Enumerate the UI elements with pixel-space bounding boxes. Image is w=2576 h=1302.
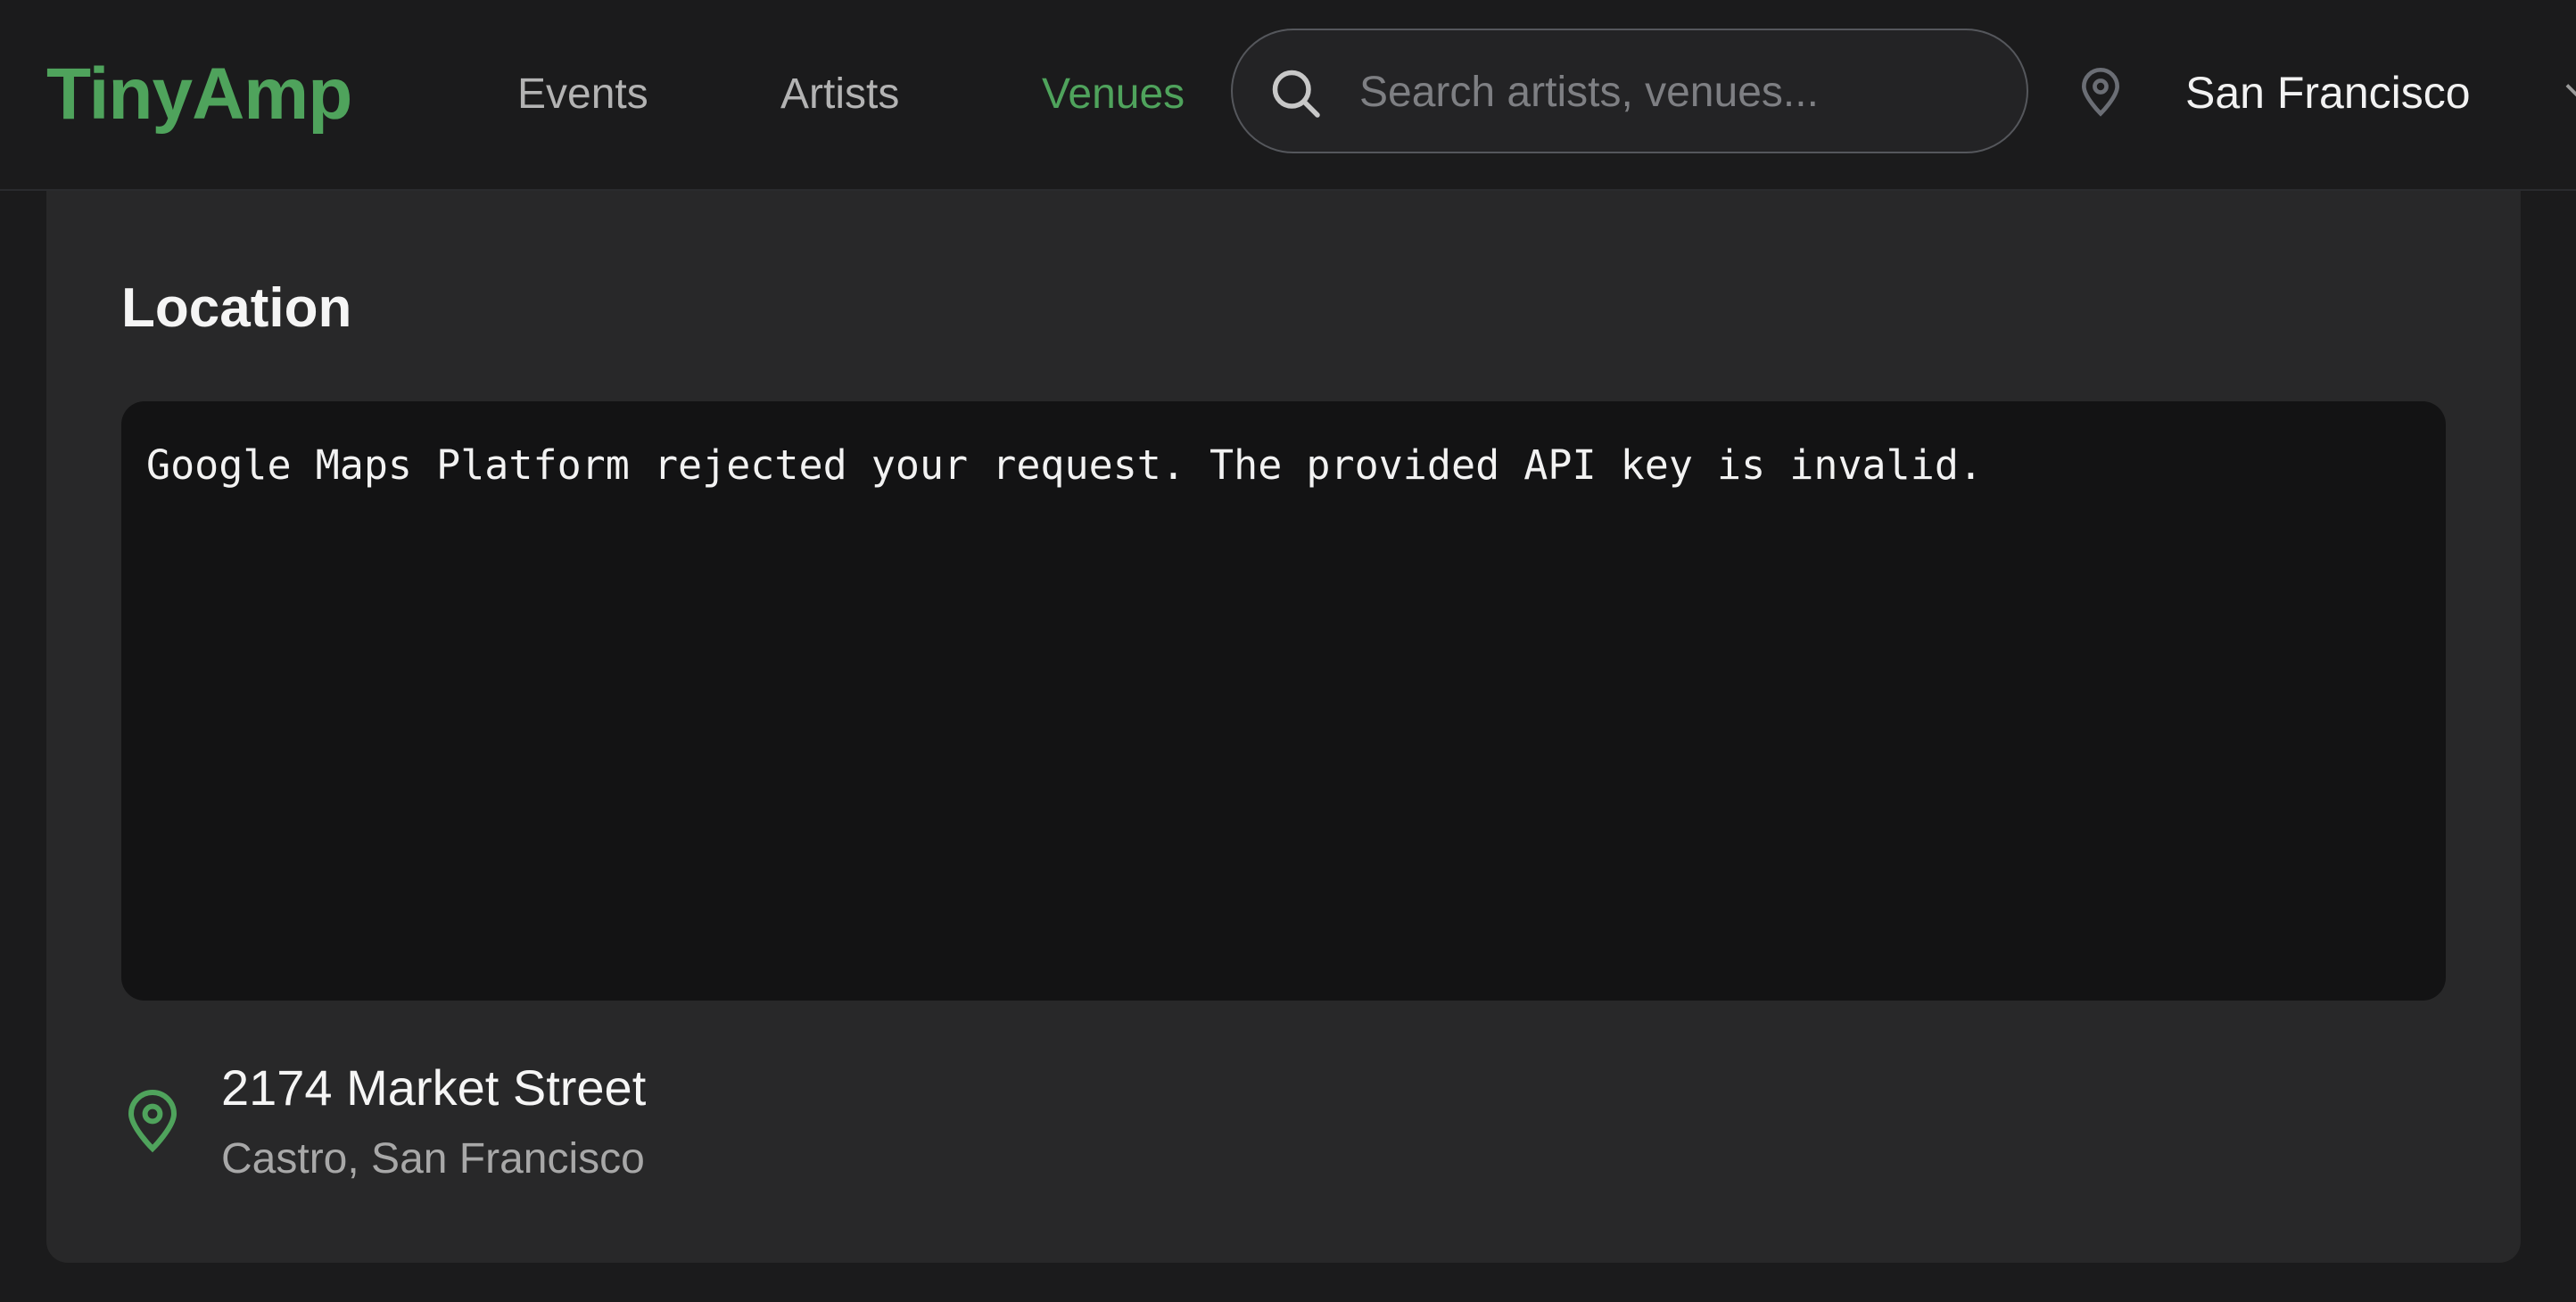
- map-pin-icon: [128, 1090, 178, 1153]
- map-error-message: Google Maps Platform rejected your reque…: [146, 441, 1984, 489]
- address-area: Castro, San Francisco: [221, 1135, 645, 1183]
- card-title: Location: [121, 277, 352, 339]
- nav-link-artists[interactable]: Artists: [780, 64, 899, 125]
- city-selector[interactable]: San Francisco: [2185, 62, 2471, 123]
- search-placeholder: Search artists, venues...: [1359, 69, 1819, 116]
- map-embed[interactable]: Google Maps Platform rejected your reque…: [121, 401, 2446, 1001]
- search-icon: [1272, 70, 1320, 118]
- search-input[interactable]: Search artists, venues...: [1231, 29, 2028, 153]
- map-pin-icon: [2081, 68, 2120, 117]
- top-navigation-bar: TinyAmp Events Artists Venues Search art…: [0, 0, 2576, 191]
- chevron-down-icon[interactable]: [2565, 82, 2576, 102]
- location-card: Location Google Maps Platform rejected y…: [46, 191, 2521, 1263]
- logo[interactable]: TinyAmp: [46, 52, 352, 137]
- nav-link-venues[interactable]: Venues: [1042, 64, 1185, 125]
- address-street: 2174 Market Street: [221, 1059, 647, 1116]
- nav-link-events[interactable]: Events: [517, 64, 648, 125]
